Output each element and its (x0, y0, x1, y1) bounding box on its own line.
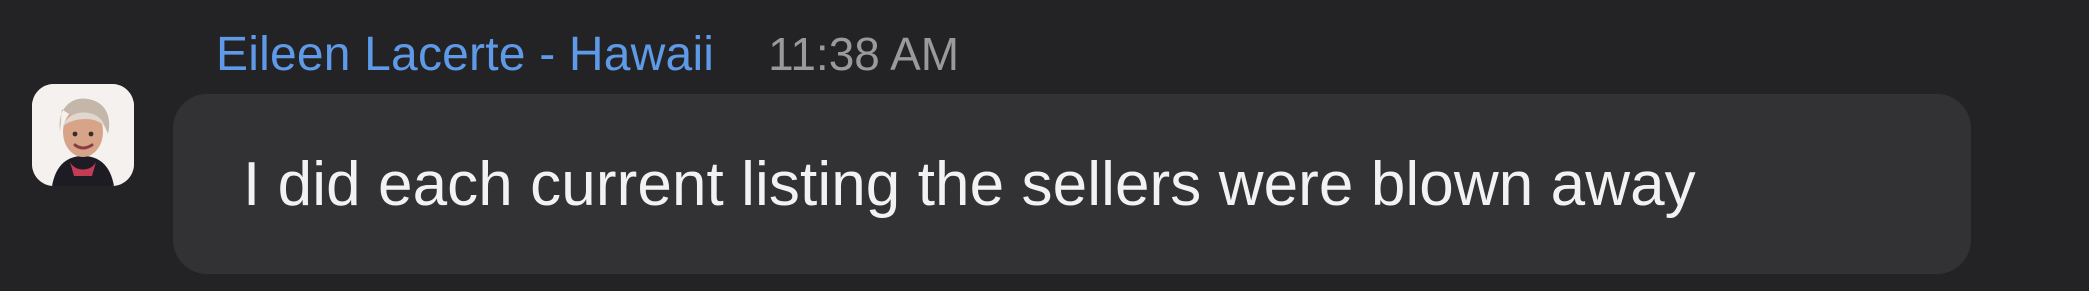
message-bubble[interactable]: I did each current listing the sellers w… (173, 94, 1971, 274)
sender-name[interactable]: Eileen Lacerte - Hawaii (216, 27, 714, 82)
message-header: Eileen Lacerte - Hawaii 11:38 AM (216, 22, 959, 86)
user-photo-avatar-icon (32, 84, 134, 186)
avatar[interactable] (32, 84, 134, 186)
chat-message: Eileen Lacerte - Hawaii 11:38 AM I did e… (0, 0, 2089, 291)
message-timestamp: 11:38 AM (768, 28, 960, 80)
message-text: I did each current listing the sellers w… (243, 149, 1696, 219)
